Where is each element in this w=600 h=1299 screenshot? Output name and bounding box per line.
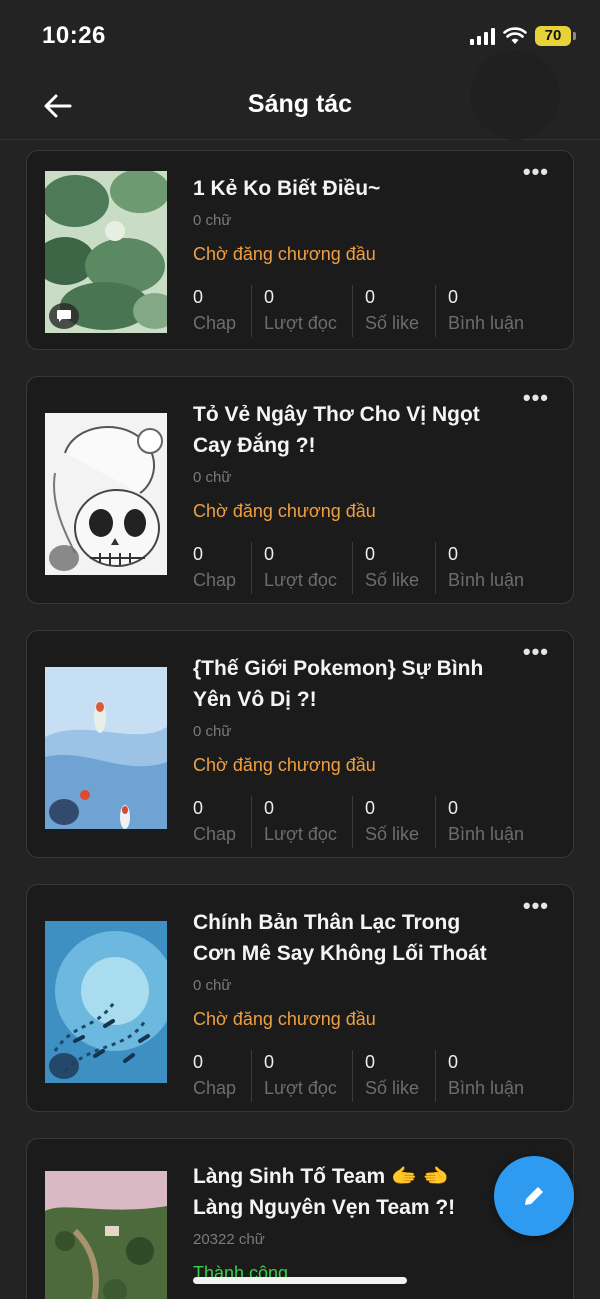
story-status: Chờ đăng chương đầu (193, 501, 376, 521)
stat-chap: 0 Chap (193, 1052, 237, 1098)
story-title[interactable]: Làng Sinh Tố Team 🫱 🫲 Làng Nguyên Vẹn Te… (193, 1161, 513, 1223)
signal-icon (470, 27, 495, 45)
stat-comments: 0 Bình luận (435, 1050, 541, 1102)
more-horizontal-icon[interactable]: ••• (523, 159, 549, 185)
story-title[interactable]: 1 Kẻ Ko Biết Điều~ (193, 173, 513, 204)
chat-bubble-icon (49, 1053, 79, 1079)
story-status: Chờ đăng chương đầu (193, 244, 376, 264)
stat-likes: 0 Số like (352, 542, 435, 594)
story-title[interactable]: {Thế Giới Pokemon} Sự Bình Yên Vô Dị ?! (193, 653, 513, 715)
stat-likes: 0 Số like (352, 1050, 435, 1102)
chat-bubble-icon (49, 303, 79, 329)
app-header: Sáng tác (0, 50, 600, 140)
story-cover[interactable] (45, 667, 167, 829)
more-horizontal-icon[interactable]: ••• (523, 893, 549, 919)
status-icons: 70 (470, 26, 576, 46)
story-status: Chờ đăng chương đầu (193, 755, 376, 775)
story-card[interactable]: Tỏ Vẻ Ngây Thơ Cho Vị Ngọt Cay Đắng ?! •… (26, 376, 574, 604)
story-title[interactable]: Chính Bản Thân Lạc Trong Cơn Mê Say Khôn… (193, 907, 513, 969)
stat-comments: 0 Bình luận (435, 796, 541, 848)
more-horizontal-icon[interactable]: ••• (523, 385, 549, 411)
word-count: 0 chữ (193, 723, 232, 740)
pencil-icon (525, 1184, 546, 1205)
stat-reads: 0 Lượt đọc (251, 1050, 352, 1102)
word-count: 0 chữ (193, 469, 232, 486)
stat-comments: 0 Bình luận (435, 542, 541, 594)
story-card[interactable]: {Thế Giới Pokemon} Sự Bình Yên Vô Dị ?! … (26, 630, 574, 858)
story-card[interactable]: 1 Kẻ Ko Biết Điều~ ••• 0 chữ Chờ đăng ch… (26, 150, 574, 350)
story-stats: 0 Chap 0 Lượt đọc 0 Số like 0 Bình luận (193, 1050, 541, 1102)
home-indicator[interactable] (193, 1277, 407, 1284)
stat-reads: 0 Lượt đọc (251, 542, 352, 594)
stat-reads: 0 Lượt đọc (251, 285, 352, 337)
word-count: 0 chữ (193, 212, 232, 229)
more-horizontal-icon[interactable]: ••• (523, 639, 549, 665)
story-status: Chờ đăng chương đầu (193, 1009, 376, 1029)
story-cover[interactable] (45, 413, 167, 575)
battery-level: 70 (535, 26, 571, 46)
status-time: 10:26 (42, 22, 106, 49)
chat-bubble-icon (49, 545, 79, 571)
stat-chap: 0 Chap (193, 287, 237, 333)
story-cover[interactable] (45, 1171, 167, 1299)
story-cover[interactable] (45, 921, 167, 1083)
stat-chap: 0 Chap (193, 544, 237, 590)
story-title[interactable]: Tỏ Vẻ Ngây Thơ Cho Vị Ngọt Cay Đắng ?! (193, 399, 513, 461)
story-card[interactable]: Làng Sinh Tố Team 🫱 🫲 Làng Nguyên Vẹn Te… (26, 1138, 574, 1299)
wifi-icon (503, 27, 527, 44)
page-title: Sáng tác (247, 90, 353, 118)
story-cover[interactable] (45, 171, 167, 333)
battery-icon: 70 (535, 26, 576, 46)
chat-bubble-icon (49, 799, 79, 825)
story-stats: 0 Chap 0 Lượt đọc 0 Số like 0 Bình luận (193, 796, 541, 848)
stat-likes: 0 Số like (352, 285, 435, 337)
stat-chap: 0 Chap (193, 798, 237, 844)
word-count: 20322 chữ (193, 1231, 265, 1248)
story-card[interactable]: Chính Bản Thân Lạc Trong Cơn Mê Say Khôn… (26, 884, 574, 1112)
story-stats: 0 Chap 0 Lượt đọc 0 Số like 0 Bình luận (193, 542, 541, 594)
word-count: 0 chữ (193, 977, 232, 994)
stat-reads: 0 Lượt đọc (251, 796, 352, 848)
story-stats: 0 Chap 0 Lượt đọc 0 Số like 0 Bình luận (193, 285, 541, 337)
stat-comments: 0 Bình luận (435, 285, 541, 337)
compose-button[interactable] (494, 1156, 574, 1236)
stat-likes: 0 Số like (352, 796, 435, 848)
